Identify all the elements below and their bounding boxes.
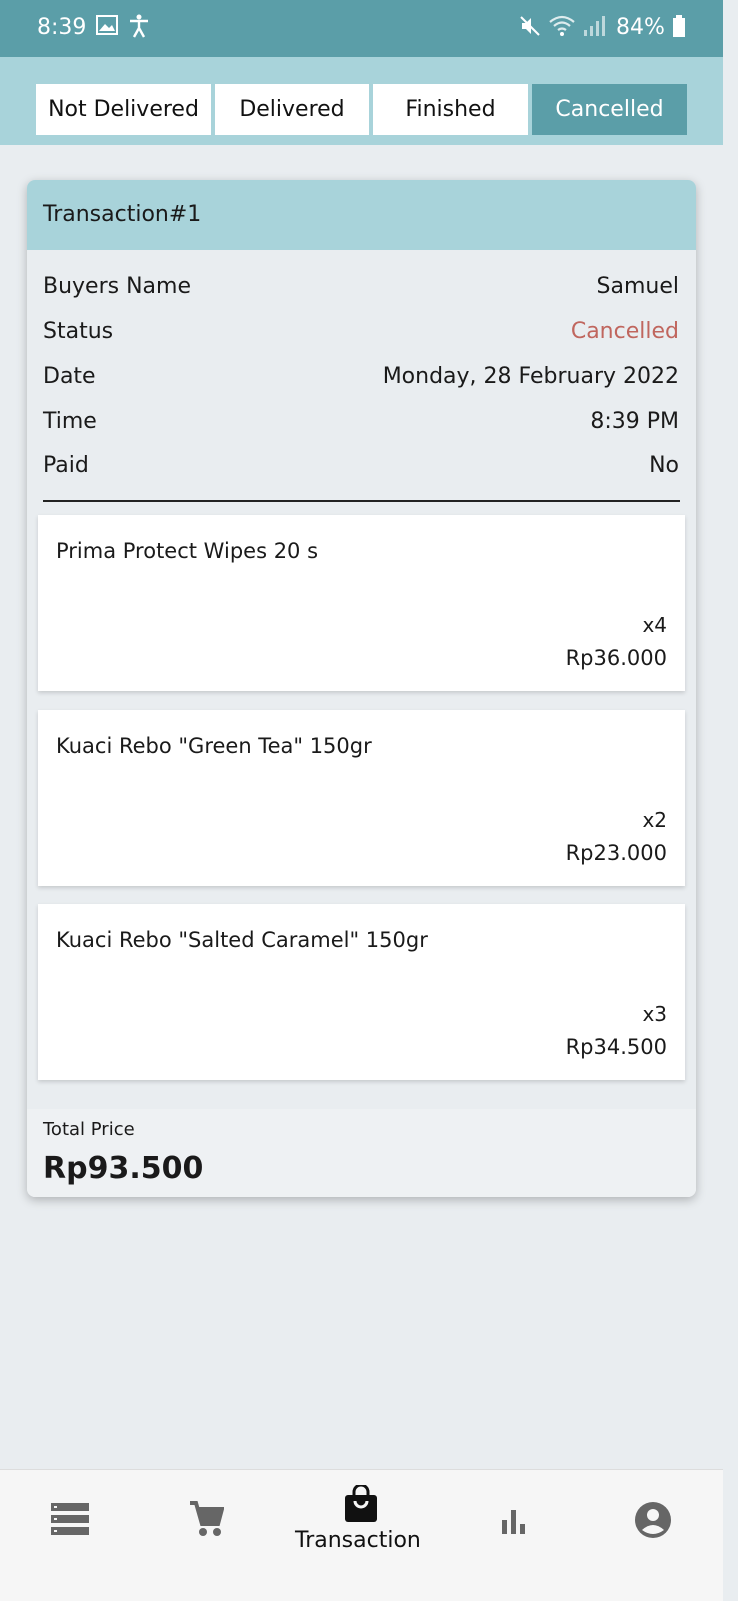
- nav-statistics[interactable]: [486, 1470, 546, 1570]
- nav-cart[interactable]: [176, 1470, 236, 1570]
- transaction-title: Transaction#1: [43, 202, 202, 227]
- nav-account[interactable]: [620, 1470, 686, 1570]
- time-label: Time: [43, 409, 97, 434]
- accessibility-icon: [128, 14, 150, 44]
- item-name: Kuaci Rebo "Green Tea" 150gr: [56, 734, 372, 758]
- total-label: Total Price: [43, 1119, 135, 1140]
- status-time: 8:39: [37, 15, 87, 40]
- date-value: Monday, 28 February 2022: [382, 364, 679, 389]
- divider: [43, 500, 680, 502]
- time-row: Time 8:39 PM: [43, 409, 679, 439]
- buyer-value: Samuel: [596, 274, 679, 299]
- item-name: Prima Protect Wipes 20 s: [56, 539, 319, 563]
- item-quantity: x2: [642, 808, 667, 832]
- tab-finished[interactable]: Finished: [373, 84, 528, 135]
- image-icon: [96, 14, 118, 42]
- total-section: Total Price Rp93.500: [27, 1109, 696, 1197]
- shopping-bag-icon: [343, 1483, 379, 1527]
- tab-bar: Not Delivered Delivered Finished Cancell…: [0, 57, 723, 145]
- paid-row: Paid No: [43, 453, 679, 483]
- status-row: Status Cancelled: [43, 319, 679, 349]
- status-bar: 8:39 84%: [0, 0, 723, 57]
- status-label: Status: [43, 319, 114, 344]
- tab-not-delivered[interactable]: Not Delivered: [36, 84, 211, 135]
- battery-level: 84%: [616, 15, 665, 40]
- bottom-navigation: Transaction: [0, 1469, 723, 1601]
- tab-cancelled[interactable]: Cancelled: [532, 84, 687, 135]
- paid-label: Paid: [43, 453, 89, 478]
- item-name: Kuaci Rebo "Salted Caramel" 150gr: [56, 928, 428, 952]
- order-item[interactable]: Kuaci Rebo "Salted Caramel" 150gr x3 Rp3…: [38, 904, 685, 1080]
- cart-icon: [188, 1500, 225, 1542]
- battery-icon: [672, 14, 686, 44]
- nav-transaction-label: Transaction: [295, 1528, 421, 1553]
- buyer-label: Buyers Name: [43, 274, 191, 299]
- item-price: Rp34.500: [565, 1035, 667, 1059]
- transaction-header: Transaction#1: [27, 180, 696, 250]
- tab-delivered[interactable]: Delivered: [215, 84, 369, 135]
- total-value: Rp93.500: [43, 1151, 204, 1186]
- buyer-row: Buyers Name Samuel: [43, 274, 679, 304]
- item-quantity: x3: [642, 1002, 667, 1026]
- time-value: 8:39 PM: [590, 409, 679, 434]
- item-price: Rp23.000: [565, 841, 667, 865]
- item-quantity: x4: [642, 613, 667, 637]
- item-price: Rp36.000: [565, 646, 667, 670]
- wifi-icon: [548, 14, 576, 44]
- account-icon: [635, 1502, 671, 1542]
- bar-chart-icon: [502, 1510, 528, 1538]
- transaction-card: Transaction#1 Buyers Name Samuel Status …: [27, 180, 696, 1197]
- nav-list[interactable]: [40, 1470, 100, 1570]
- paid-value: No: [649, 453, 679, 478]
- date-label: Date: [43, 364, 96, 389]
- order-item[interactable]: Prima Protect Wipes 20 s x4 Rp36.000: [38, 515, 685, 691]
- list-icon: [51, 1503, 89, 1539]
- status-value: Cancelled: [570, 319, 679, 344]
- nav-transaction[interactable]: Transaction: [280, 1470, 440, 1595]
- order-item[interactable]: Kuaci Rebo "Green Tea" 150gr x2 Rp23.000: [38, 710, 685, 886]
- date-row: Date Monday, 28 February 2022: [43, 364, 679, 394]
- signal-icon: [582, 14, 606, 44]
- mute-icon: [518, 14, 542, 44]
